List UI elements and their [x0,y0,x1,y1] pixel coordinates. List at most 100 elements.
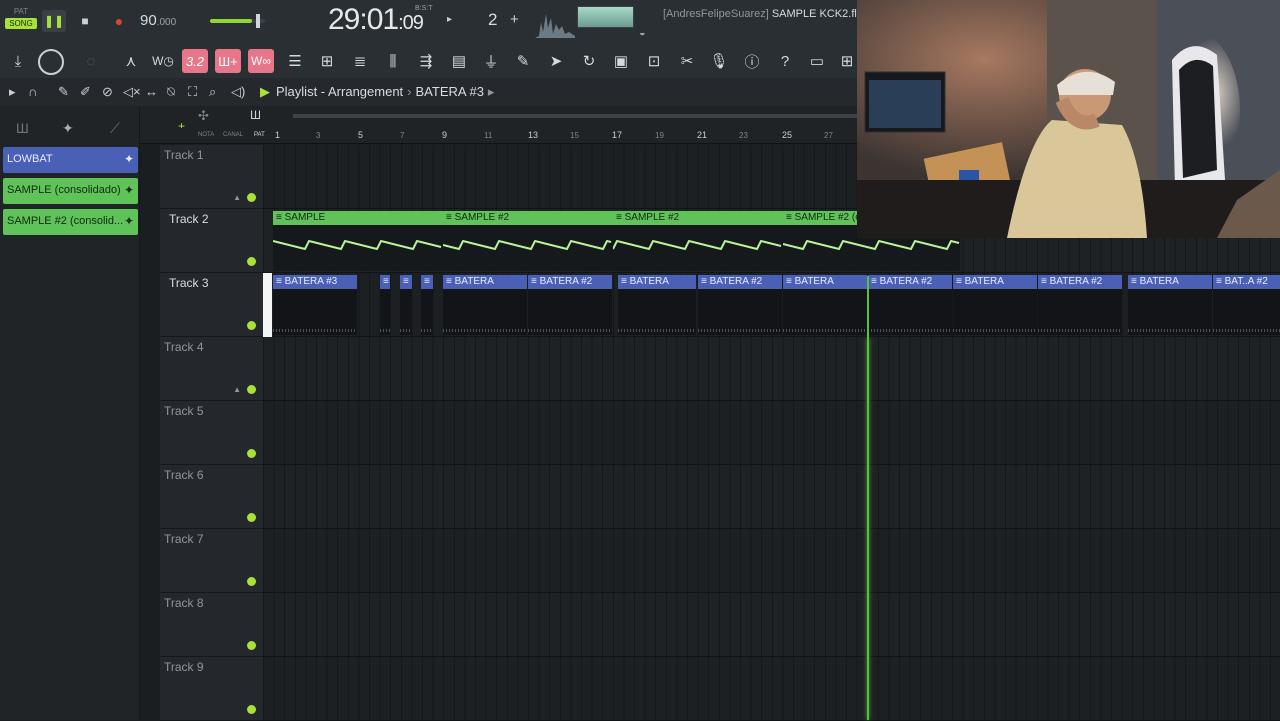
pattern-clip[interactable]: ≡ [380,275,390,335]
clip-menu-icon[interactable]: ≡ [383,276,389,287]
clip-menu-icon[interactable]: ≡ [1216,276,1225,287]
track-lane[interactable] [263,593,1280,657]
track-mute-led[interactable] [247,385,256,394]
track-header[interactable]: Track 1 ▲ [160,145,263,209]
master-volume-slider[interactable] [210,14,265,28]
step-edit-icon[interactable]: Ш+ [215,49,241,73]
pattern-clip[interactable]: ≡ [421,275,433,335]
piano-roll-icon[interactable]: ▤ [446,49,472,73]
current-pattern[interactable]: BATERA #3 [416,84,484,99]
track-mute-led[interactable] [247,257,256,266]
loop-record-icon[interactable]: W∞ [248,49,274,73]
track-header[interactable]: Track 4 ▲ [160,337,263,401]
slip-icon[interactable]: ↔ [145,84,158,99]
track-mute-led[interactable] [247,705,256,714]
pat-song-switch[interactable]: PAT SONG [5,7,37,29]
time-mode-label[interactable]: B:S:T [415,5,433,12]
magnet-icon[interactable]: ∩ [28,84,37,99]
track-header[interactable]: Track 9 [160,657,263,721]
save-icon[interactable]: ▣ [608,49,634,73]
pattern-grid-icon[interactable]: Ш [250,108,261,122]
pattern-clip[interactable]: ≡ BATERA [953,275,1037,335]
timeline-ruler[interactable]: NOTA CANAL PAT 1 5 9 13 17 21 25 3 7 11 15 19 23 27 [140,128,860,144]
paint-icon[interactable]: ✐ [80,84,91,100]
pattern-selector[interactable]: 2 [488,10,497,30]
track-lane[interactable] [263,657,1280,721]
clip-menu-icon[interactable]: ≡ [616,212,625,223]
clip-menu-icon[interactable]: ≡ [424,276,430,287]
clip-menu-icon[interactable]: ≡ [956,276,965,287]
track-mute-led[interactable] [247,577,256,586]
picker-item[interactable]: LOWBAT ✦ [3,147,138,173]
track-mute-led[interactable] [247,321,256,330]
track-mute-led[interactable] [247,449,256,458]
snap-icon[interactable]: ✣ [198,108,209,124]
clip-menu-icon[interactable]: ≡ [531,276,540,287]
clip-menu-icon[interactable]: ≡ [276,212,285,223]
render-icon[interactable]: ⊡ [641,49,667,73]
metronome-icon[interactable]: ⋏ [118,49,144,73]
pencil-icon[interactable]: ✎ [58,84,69,100]
track-lane[interactable] [263,401,1280,465]
selection-marker[interactable] [263,273,272,337]
pattern-clip[interactable]: ≡ BATERA #2 [1038,275,1122,335]
pattern-clip[interactable]: ≡ BATERA #2 [698,275,782,335]
add-pattern-button[interactable]: + [510,11,519,28]
slice-icon[interactable]: ⍉ [167,84,175,100]
zoom-icon[interactable]: ⌕ [209,84,216,100]
cut-icon[interactable]: ✂ [674,49,700,73]
track-header[interactable]: Track 5 [160,401,263,465]
picker-item[interactable]: SAMPLE #2 (consolid... ✦ [3,209,138,235]
clip-menu-icon[interactable]: ≡ [786,212,795,223]
clip-menu-icon[interactable]: ≡ [786,276,795,287]
track-header[interactable]: Track 3 [160,273,263,337]
pattern-clip[interactable]: ≡ [400,275,412,335]
track-header[interactable]: Track 2 [160,209,263,273]
track-header[interactable]: Track 8 [160,593,263,657]
clip-menu-icon[interactable]: ≡ [446,212,455,223]
pattern-clip[interactable]: ≡ BATERA #2 [528,275,612,335]
browser-icon[interactable]: ✎ [510,49,536,73]
pattern-clip[interactable]: ≡ BATERA [783,275,867,335]
channel-rack-icon[interactable]: ⇶ [413,49,439,73]
options-arrow-icon[interactable]: ▸ [9,84,16,100]
tempo-display[interactable]: 90.000 [140,12,176,29]
track-header[interactable]: Track 6 [160,465,263,529]
blend-notes-icon[interactable]: ☰ [282,49,308,73]
pattern-arrow-icon[interactable]: ▸ [447,14,452,25]
pattern-clip[interactable]: ≡ BATERA #2 [868,275,952,335]
clip-menu-icon[interactable]: ≡ [1131,276,1140,287]
clip-menu-icon[interactable]: ≡ [276,276,285,287]
plugin-icon[interactable]: ⏚ [478,49,504,73]
clip-menu-icon[interactable]: ≡ [701,276,710,287]
mute-icon[interactable]: ◁× [123,84,141,100]
help-icon[interactable]: ? [772,49,798,73]
audio-clip[interactable]: ≡ SAMPLE #2 [613,211,783,271]
audio-clip[interactable]: ≡ SAMPLE [273,211,443,271]
track-lane[interactable]: ≡ BATERA #3 ≡ ≡ ≡ ≡ BATERA ≡ BATERA #2 ≡ BA… [263,273,1280,337]
clip-menu-icon[interactable]: ≡ [621,276,630,287]
audio-icon[interactable]: ✦ [62,120,74,137]
delete-icon[interactable]: ⊘ [102,84,113,100]
breadcrumb-arrow-icon[interactable]: ▸ [488,84,495,99]
mixer-icon[interactable]: ⫼ [380,49,406,73]
pattern-clip[interactable]: ≡ BATERA [618,275,696,335]
pattern-clip[interactable]: ≡ BATERA [443,275,527,335]
song-label[interactable]: SONG [5,18,37,29]
window-icon[interactable]: ▭ [804,49,830,73]
refresh-icon[interactable]: ↻ [576,49,602,73]
wait-record-icon[interactable]: W◷ [150,49,176,73]
select-icon[interactable]: ⛶ [188,84,197,100]
horizontal-scrollbar[interactable] [293,114,860,118]
automation-icon[interactable]: ⟋ [110,120,120,137]
picker-item[interactable]: SAMPLE (consolidado) ✦ [3,178,138,204]
track-lane[interactable] [263,337,1280,401]
track-mute-led[interactable] [247,513,256,522]
track-header[interactable]: Track 7 [160,529,263,593]
playback-icon[interactable]: ◁) [231,84,245,100]
stop-button[interactable]: ■ [73,10,97,32]
clip-menu-icon[interactable]: ≡ [1041,276,1050,287]
audio-clip[interactable]: ≡ SAMPLE #2 [443,211,613,271]
countdown-icon[interactable]: 3.2 [182,49,208,73]
pause-button[interactable]: ❚❚ [42,10,66,32]
